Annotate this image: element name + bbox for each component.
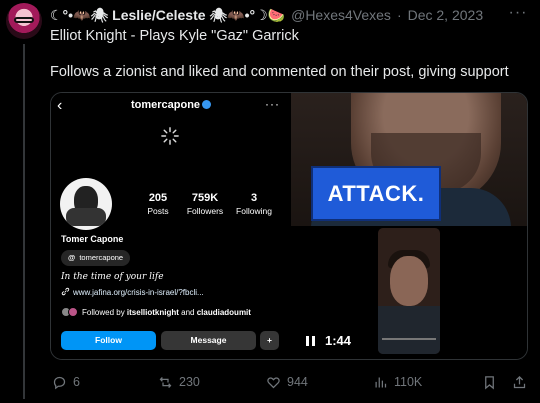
ig-message-button: Message [161, 331, 256, 350]
ig-followed-by: Followed by itselliotknight and claudiad… [61, 307, 251, 317]
views-count: 110K [394, 375, 423, 389]
ig-bio: In the time of your life [61, 272, 164, 282]
followed-name-1: itselliotknight [126, 307, 179, 317]
ig-link-text: www.jafina.org/crisis-in-israel/?fbcli..… [73, 288, 204, 297]
video-controls[interactable]: 1:44 [306, 333, 351, 348]
ig-stat-following: 3 Following [233, 192, 275, 216]
threads-icon: @ [68, 253, 76, 262]
ig-threads-badge: @ tomercapone [61, 250, 131, 266]
share-icon [513, 375, 526, 388]
pause-icon[interactable] [306, 335, 315, 346]
ig-more-icon: ··· [265, 97, 280, 111]
follower-avatar [68, 307, 78, 317]
ig-stat-posts: 205 Posts [143, 192, 173, 216]
ig-stat-value: 205 [148, 192, 168, 204]
video-time: 1:44 [325, 333, 352, 348]
ig-stat-value: 3 [250, 192, 258, 204]
ig-username-text: tomercapone [130, 99, 201, 111]
like-button[interactable]: 944 [266, 372, 308, 392]
tweet-header: ☾°•🦇🕷 Leslie/Celeste 🕷🦇•°☽🍉 @Hexes4Vexes… [50, 6, 483, 24]
views-button[interactable]: 110K [373, 372, 422, 392]
ig-stat-label: Posts [147, 206, 169, 216]
tweet-actions: 6 230 944 110K [50, 372, 530, 392]
reply-icon [53, 376, 66, 389]
like-count: 944 [287, 375, 308, 389]
attack-overlay-banner: ATTACK. [311, 166, 441, 221]
bookmark-icon [485, 375, 494, 389]
views-icon [375, 377, 387, 387]
author-avatar[interactable] [6, 3, 42, 39]
verified-badge-icon [202, 100, 212, 109]
ig-stat-followers: 759K Followers [182, 192, 228, 216]
author-handle[interactable]: @Hexes4Vexes [291, 7, 391, 23]
ig-username: tomercapone [51, 99, 291, 111]
tweet-text-line-1: Elliot Knight - Plays Kyle "Gaz" Garrick [50, 28, 299, 44]
more-options-icon[interactable]: ··· [508, 4, 528, 22]
followed-and: and [178, 307, 197, 317]
ig-stat-value: 759K [191, 192, 219, 204]
retweet-button[interactable]: 230 [158, 372, 200, 392]
tweet-media[interactable]: ‹ tomercapone ··· 205 Posts 759K Followe… [50, 92, 528, 360]
instagram-profile-screenshot: ‹ tomercapone ··· 205 Posts 759K Followe… [51, 93, 291, 359]
phone-video-inset [378, 228, 440, 354]
followed-prefix: Followed by [82, 307, 127, 317]
tweet-text: Elliot Knight - Plays Kyle "Gaz" Garrick… [50, 27, 530, 99]
ig-profile-picture [60, 178, 112, 230]
retweet-icon [159, 376, 172, 388]
ig-threads-handle: tomercapone [79, 253, 124, 262]
ig-stat-label: Followers [186, 206, 224, 216]
ig-stat-label: Following [236, 206, 272, 216]
heart-icon [267, 376, 280, 388]
bookmark-button[interactable] [482, 372, 497, 392]
ig-follow-button: Follow [61, 331, 156, 350]
ig-add-person-icon: + [260, 331, 279, 350]
author-display-name[interactable]: ☾°•🦇🕷 Leslie/Celeste 🕷🦇•°☽🍉 [50, 7, 285, 24]
followed-name-2: claudiadoumit [196, 307, 251, 317]
link-icon [61, 287, 70, 296]
share-button[interactable] [512, 372, 527, 392]
thread-line [23, 44, 25, 399]
tweet-text-line-2: Follows a zionist and liked and commente… [50, 64, 509, 80]
reply-count: 6 [73, 375, 80, 389]
loading-spinner-icon [161, 127, 179, 145]
retweet-count: 230 [179, 375, 200, 389]
separator-dot: · [396, 7, 402, 23]
ig-full-name: Tomer Capone [61, 234, 124, 244]
ig-link: www.jafina.org/crisis-in-israel/?fbcli..… [61, 287, 204, 297]
tweet-date[interactable]: Dec 2, 2023 [408, 7, 484, 23]
reply-button[interactable]: 6 [52, 372, 80, 392]
